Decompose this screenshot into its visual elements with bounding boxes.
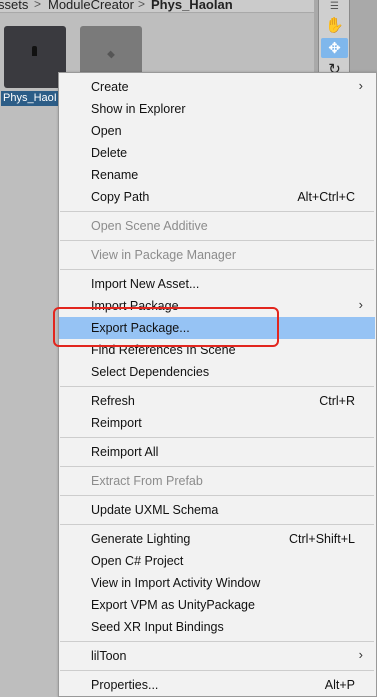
menu-item-label: Show in Explorer [91,102,186,116]
menu-item-label: Copy Path [91,190,150,204]
menu-item-label: Create [91,80,129,94]
menu-item-export-vpm-as-unitypackage[interactable]: Export VPM as UnityPackage [59,594,375,616]
asset-preview-icon [32,46,37,56]
asset-tile-label[interactable]: Phys_HaoI [1,91,61,106]
asset-tile-selected[interactable] [4,26,66,88]
menu-item-label: Export Package... [91,321,190,335]
menu-item-generate-lighting[interactable]: Generate Lighting Ctrl+Shift+L [59,528,375,550]
menu-divider [60,524,374,525]
menu-divider [60,466,374,467]
menu-item-refresh[interactable]: Refresh Ctrl+R [59,390,375,412]
menu-item-label: Open Scene Additive [91,219,208,233]
menu-item-label: Update UXML Schema [91,503,219,517]
menu-item-delete[interactable]: Delete [59,142,375,164]
menu-item-label: Delete [91,146,128,160]
menu-divider [60,670,374,671]
menu-divider [60,269,374,270]
chevron-right-icon: › [358,297,363,312]
menu-divider [60,386,374,387]
menu-item-export-package[interactable]: Export Package... [59,317,375,339]
menu-item-shortcut: Alt+Ctrl+C [297,190,355,204]
menu-item-label: Rename [91,168,139,182]
menu-divider [60,495,374,496]
menu-item-label: View in Package Manager [91,248,236,262]
menu-item-rename[interactable]: Rename [59,164,375,186]
menu-item-label: Select Dependencies [91,365,210,379]
menu-item-label: Find References In Scene [91,343,236,357]
tool-palette: ☰ ✋ ✥ ↻ [318,0,350,78]
menu-item-open-csharp-project[interactable]: Open C# Project [59,550,375,572]
chevron-right-icon: › [358,78,363,93]
menu-item-open[interactable]: Open [59,120,375,142]
menu-item-label: Extract From Prefab [91,474,203,488]
menu-item-copy-path[interactable]: Copy Path Alt+Ctrl+C [59,186,375,208]
menu-item-label: lilToon [91,649,127,663]
breadcrumb-item-current: Phys_HaoIan [151,0,233,12]
breadcrumb: ssets > ModuleCreator > Phys_HaoIan [0,0,314,13]
move-tool-icon[interactable]: ✥ [321,38,348,58]
menu-item-shortcut: Ctrl+Shift+L [288,532,355,546]
menu-item-import-new-asset[interactable]: Import New Asset... [59,273,375,295]
menu-item-shortcut: Alt+P [324,678,355,692]
menu-item-view-in-import-activity-window[interactable]: View in Import Activity Window [59,572,375,594]
menu-item-label: Open [91,124,122,138]
menu-item-update-uxml-schema[interactable]: Update UXML Schema [59,499,375,521]
menu-divider [60,641,374,642]
menu-item-label: Refresh [91,394,135,408]
menu-item-label: View in Import Activity Window [91,576,261,590]
menu-item-liltoon[interactable]: lilToon › [59,645,375,667]
breadcrumb-separator: > [138,0,146,11]
menu-item-import-package[interactable]: Import Package › [59,295,375,317]
menu-item-label: Reimport [91,416,142,430]
menu-divider [60,240,374,241]
grip-icon[interactable]: ☰ [321,0,348,12]
menu-item-label: Generate Lighting [91,532,191,546]
menu-item-show-in-explorer[interactable]: Show in Explorer [59,98,375,120]
menu-item-label: Properties... [91,678,159,692]
asset-preview-icon [107,50,115,59]
menu-item-create[interactable]: Create › [59,76,375,98]
chevron-right-icon: › [358,647,363,662]
hand-tool-icon[interactable]: ✋ [321,15,348,35]
menu-item-find-references-in-scene[interactable]: Find References In Scene [59,339,375,361]
menu-item-properties[interactable]: Properties... Alt+P [59,674,375,696]
breadcrumb-item-modulecreator[interactable]: ModuleCreator [48,0,134,12]
menu-item-reimport-all[interactable]: Reimport All [59,441,375,463]
menu-item-view-in-package-manager: View in Package Manager [59,244,375,266]
menu-item-label: Import New Asset... [91,277,200,291]
breadcrumb-item-assets[interactable]: ssets [0,0,28,12]
breadcrumb-separator: > [34,0,42,11]
menu-item-extract-from-prefab: Extract From Prefab [59,470,375,492]
menu-item-label: Reimport All [91,445,159,459]
menu-item-label: Import Package [91,299,179,313]
menu-item-select-dependencies[interactable]: Select Dependencies [59,361,375,383]
menu-item-shortcut: Ctrl+R [319,394,355,408]
menu-item-reimport[interactable]: Reimport [59,412,375,434]
menu-item-label: Open C# Project [91,554,184,568]
menu-divider [60,437,374,438]
menu-item-seed-xr-input-bindings[interactable]: Seed XR Input Bindings [59,616,375,638]
menu-item-open-scene-additive: Open Scene Additive [59,215,375,237]
menu-item-label: Export VPM as UnityPackage [91,598,255,612]
menu-item-label: Seed XR Input Bindings [91,620,224,634]
menu-divider [60,211,374,212]
context-menu: Create › Show in Explorer Open Delete Re… [58,72,377,697]
